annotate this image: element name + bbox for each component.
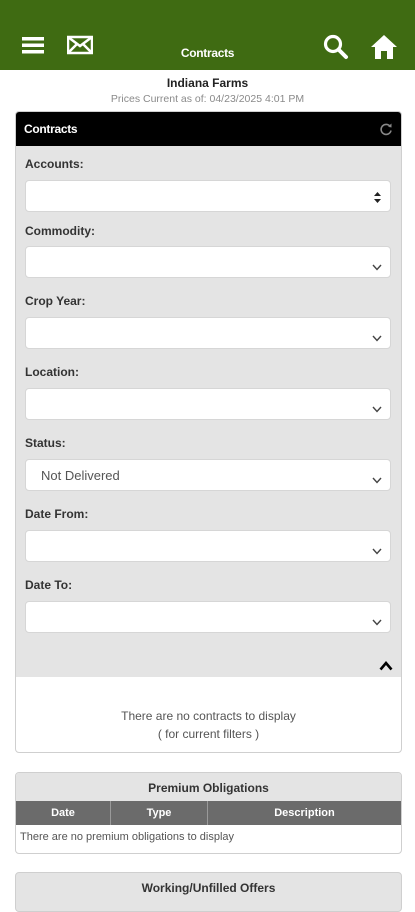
working-offers-title: Working/Unfilled Offers xyxy=(141,881,276,895)
chevron-down-icon xyxy=(372,401,382,413)
crop-year-label: Crop Year: xyxy=(25,294,86,308)
working-offers-panel[interactable]: Working/Unfilled Offers xyxy=(15,872,402,912)
search-icon[interactable] xyxy=(323,34,349,60)
commodity-label: Commodity: xyxy=(25,224,95,238)
accounts-select[interactable] xyxy=(25,180,391,212)
chevron-up-icon[interactable] xyxy=(379,658,393,671)
premium-obligations-panel: Premium Obligations Date Type Descriptio… xyxy=(15,772,402,854)
date-from-select[interactable] xyxy=(25,530,391,562)
column-header-date: Date xyxy=(16,801,111,825)
column-header-description: Description xyxy=(274,807,335,819)
chevron-down-icon xyxy=(372,330,382,342)
updown-icon xyxy=(374,191,381,203)
contracts-empty-message: There are no contracts to display xyxy=(121,709,296,723)
contracts-panel: Contracts Accounts: Commodity: Crop Year… xyxy=(15,111,402,753)
status-value: Not Delivered xyxy=(41,468,120,483)
location-label: Location: xyxy=(25,365,79,379)
contracts-filters: Accounts: Commodity: Crop Year: Location… xyxy=(16,146,401,677)
contracts-panel-header: Contracts xyxy=(16,112,401,146)
location-select[interactable] xyxy=(25,388,391,420)
column-header-type: Type xyxy=(111,801,208,825)
chevron-down-icon xyxy=(372,614,382,626)
page-title: Contracts xyxy=(180,46,235,60)
accounts-label: Accounts: xyxy=(25,157,84,171)
premium-obligations-title: Premium Obligations xyxy=(16,773,401,801)
chevron-down-icon xyxy=(372,259,382,271)
commodity-select[interactable] xyxy=(25,246,391,278)
crop-year-select[interactable] xyxy=(25,317,391,349)
date-to-label: Date To: xyxy=(25,578,73,592)
chevron-down-icon xyxy=(372,543,382,555)
contracts-panel-title: Contracts xyxy=(24,122,78,136)
refresh-icon[interactable] xyxy=(379,122,393,136)
farm-name: Indiana Farms xyxy=(166,76,249,90)
top-navigation-bar: Contracts xyxy=(0,0,415,70)
prices-current-timestamp: Prices Current as of: 04/23/2025 4:01 PM xyxy=(110,93,305,105)
home-icon[interactable] xyxy=(370,34,397,60)
status-select[interactable]: Not Delivered xyxy=(25,459,391,491)
contracts-empty-subtext: ( for current filters ) xyxy=(157,727,260,741)
date-from-label: Date From: xyxy=(25,507,89,521)
premium-obligations-table-header: Date Type Description xyxy=(16,801,401,825)
contracts-empty-state: There are no contracts to display ( for … xyxy=(16,707,401,743)
premium-obligations-empty-message: There are no premium obligations to disp… xyxy=(20,831,235,843)
chevron-down-icon xyxy=(372,472,382,484)
status-label: Status: xyxy=(25,436,66,450)
date-to-select[interactable] xyxy=(25,601,391,633)
